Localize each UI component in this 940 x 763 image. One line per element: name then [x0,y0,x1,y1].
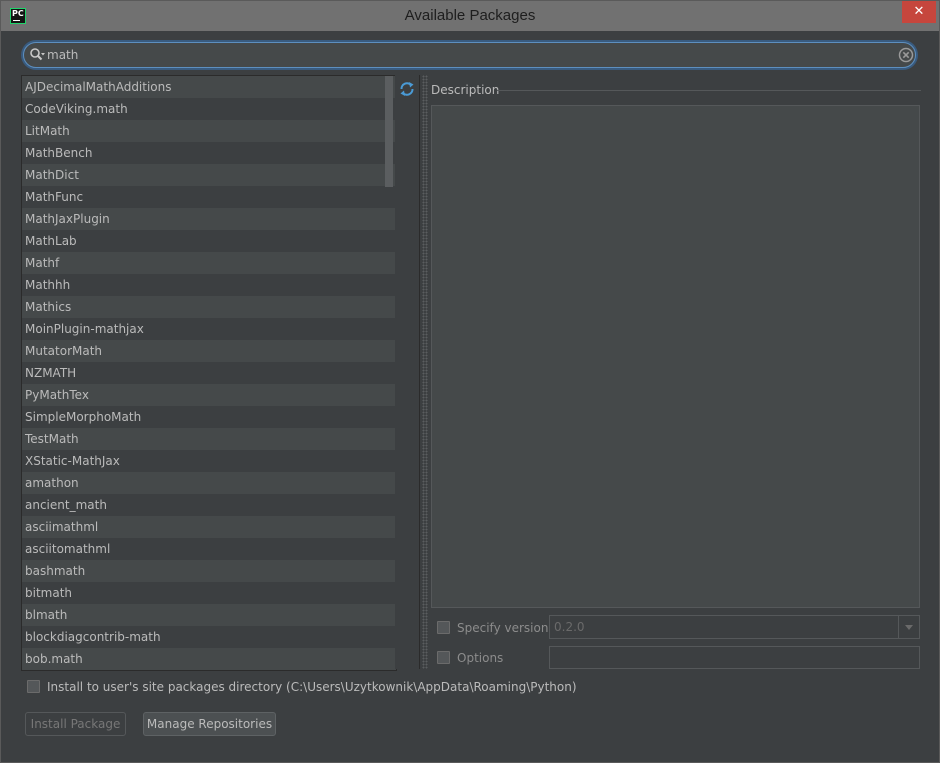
package-list-item[interactable]: MoinPlugin-mathjax [22,318,396,340]
package-list-item[interactable]: MathBench [22,142,396,164]
package-list-item[interactable]: MathLab [22,230,396,252]
package-list-item[interactable]: MutatorMath [22,340,396,362]
install-package-button[interactable]: Install Package [25,712,126,736]
clear-icon[interactable] [898,47,914,63]
package-list-item[interactable]: Mathhh [22,274,396,296]
version-value: 0.2.0 [554,620,585,634]
close-button[interactable]: ✕ [902,1,936,23]
title-bar[interactable]: PC Available Packages ✕ [1,1,939,31]
package-list-item[interactable]: AJDecimalMathAdditions [22,76,396,98]
package-list-item[interactable]: MathJaxPlugin [22,208,396,230]
package-list-item[interactable]: asciimathml [22,516,396,538]
install-user-label: Install to user's site packages director… [47,680,577,694]
package-list[interactable]: AJDecimalMathAdditions CodeViking.math Lit… [21,75,397,671]
package-list-item[interactable]: amathon [22,472,396,494]
package-list-item[interactable]: CodeViking.math [22,98,396,120]
install-user-checkbox[interactable] [27,680,40,693]
list-scrollbar-thumb[interactable] [385,76,393,187]
package-list-item[interactable]: ancient_math [22,494,396,516]
refresh-icon[interactable] [398,80,416,98]
package-list-item[interactable]: NZMATH [22,362,396,384]
package-list-item[interactable]: Mathics [22,296,396,318]
package-list-item[interactable]: asciitomathml [22,538,396,560]
search-input[interactable] [47,47,887,63]
panel-splitter[interactable] [422,75,428,669]
package-list-item[interactable]: bob.math [22,648,396,670]
version-select[interactable]: 0.2.0 [549,615,920,639]
options-label: Options [457,651,504,665]
search-icon[interactable] [29,47,45,63]
manage-repositories-button[interactable]: Manage Repositories [143,712,276,736]
options-field[interactable] [549,646,920,669]
description-panel [431,105,920,608]
chevron-down-icon[interactable] [898,616,919,638]
specify-version-checkbox[interactable] [437,621,450,634]
description-label: Description [431,83,500,97]
package-list-item[interactable]: blockdiagcontrib-math [22,626,396,648]
refresh-toolbar [395,75,420,669]
package-list-item[interactable]: blmath [22,604,396,626]
package-list-item[interactable]: XStatic-MathJax [22,450,396,472]
available-packages-dialog: PC Available Packages ✕ AJDecimalMathAdd… [0,0,940,763]
options-checkbox[interactable] [437,651,450,664]
package-list-item[interactable]: Mathf [22,252,396,274]
package-list-item[interactable]: bitmath [22,582,396,604]
package-list-item[interactable]: TestMath [22,428,396,450]
search-box[interactable] [23,42,916,68]
package-list-item[interactable]: PyMathTex [22,384,396,406]
package-list-item[interactable]: LitMath [22,120,396,142]
package-list-item[interactable]: MathDict [22,164,396,186]
specify-version-label: Specify version [457,621,549,635]
description-separator [497,90,921,91]
package-list-item[interactable]: bashmath [22,560,396,582]
package-list-item[interactable]: SimpleMorphoMath [22,406,396,428]
package-list-item[interactable]: MathFunc [22,186,396,208]
window-title: Available Packages [404,7,536,24]
